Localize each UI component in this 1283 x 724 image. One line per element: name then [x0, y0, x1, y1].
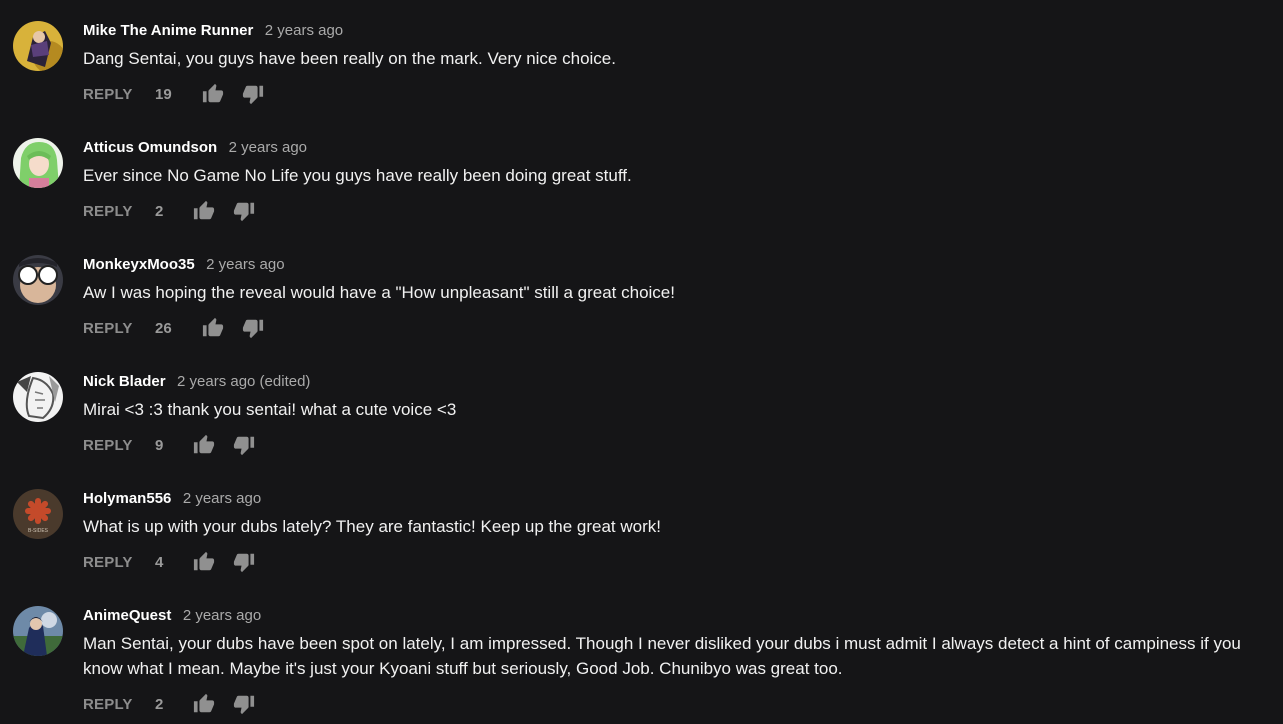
like-count: 26: [155, 320, 172, 337]
reply-button[interactable]: REPLY: [83, 86, 133, 103]
timestamp[interactable]: 2 years ago: [183, 490, 261, 507]
thumbs-down-icon[interactable]: [233, 551, 255, 573]
avatar[interactable]: [13, 21, 63, 71]
timestamp[interactable]: 2 years ago: [206, 256, 284, 273]
thumbs-up-icon[interactable]: [193, 693, 215, 715]
like-count: 4: [155, 554, 164, 571]
comment-text: Mirai <3 :3 thank you sentai! what a cut…: [83, 400, 457, 419]
reply-button[interactable]: REPLY: [83, 320, 133, 337]
avatar[interactable]: B-SIDES: [13, 489, 63, 539]
like-count: 2: [155, 203, 164, 220]
author-name[interactable]: Atticus Omundson: [83, 139, 217, 156]
thumbs-up-icon[interactable]: [193, 434, 215, 456]
avatar[interactable]: [13, 606, 63, 656]
avatar-caption: B-SIDES: [28, 528, 49, 534]
comment-actions: REPLY 2: [83, 200, 1263, 224]
thumbs-down-icon[interactable]: [233, 200, 255, 222]
thumbs-down-icon[interactable]: [242, 317, 264, 339]
thumbs-up-icon[interactable]: [193, 200, 215, 222]
reply-button[interactable]: REPLY: [83, 696, 133, 713]
comment-text: Dang Sentai, you guys have been really o…: [83, 49, 616, 68]
timestamp[interactable]: 2 years ago (edited): [177, 373, 310, 390]
comment-text: Aw I was hoping the reveal would have a …: [83, 283, 675, 302]
comment-actions: REPLY 9: [83, 434, 1263, 458]
comment-actions: REPLY 26: [83, 317, 1263, 341]
comments-list: Mike The Anime Runner 2 years ago Dang S…: [0, 0, 1283, 724]
thumbs-down-icon[interactable]: [233, 693, 255, 715]
avatar[interactable]: [13, 138, 63, 188]
comment-text: What is up with your dubs lately? They a…: [83, 517, 661, 536]
author-name[interactable]: Mike The Anime Runner: [83, 22, 253, 39]
author-name[interactable]: Holyman556: [83, 490, 171, 507]
thumbs-up-icon[interactable]: [202, 317, 224, 339]
comment-text: Man Sentai, your dubs have been spot on …: [83, 634, 1241, 678]
comment-actions: REPLY 19: [83, 83, 1263, 107]
like-count: 19: [155, 86, 172, 103]
comment-actions: REPLY 4: [83, 551, 1263, 575]
reply-button[interactable]: REPLY: [83, 203, 133, 220]
thumbs-down-icon[interactable]: [242, 83, 264, 105]
reply-button[interactable]: REPLY: [83, 554, 133, 571]
author-name[interactable]: AnimeQuest: [83, 607, 171, 624]
author-name[interactable]: Nick Blader: [83, 373, 166, 390]
comment-text: Ever since No Game No Life you guys have…: [83, 166, 632, 185]
thumbs-up-icon[interactable]: [202, 83, 224, 105]
thumbs-up-icon[interactable]: [193, 551, 215, 573]
timestamp[interactable]: 2 years ago: [183, 607, 261, 624]
like-count: 9: [155, 437, 164, 454]
author-name[interactable]: MonkeyxMoo35: [83, 256, 195, 273]
timestamp[interactable]: 2 years ago: [265, 22, 343, 39]
comment-actions: REPLY 2: [83, 693, 1263, 717]
avatar[interactable]: [13, 255, 63, 305]
avatar[interactable]: [13, 372, 63, 422]
reply-button[interactable]: REPLY: [83, 437, 133, 454]
timestamp[interactable]: 2 years ago: [229, 139, 307, 156]
thumbs-down-icon[interactable]: [233, 434, 255, 456]
like-count: 2: [155, 696, 164, 713]
